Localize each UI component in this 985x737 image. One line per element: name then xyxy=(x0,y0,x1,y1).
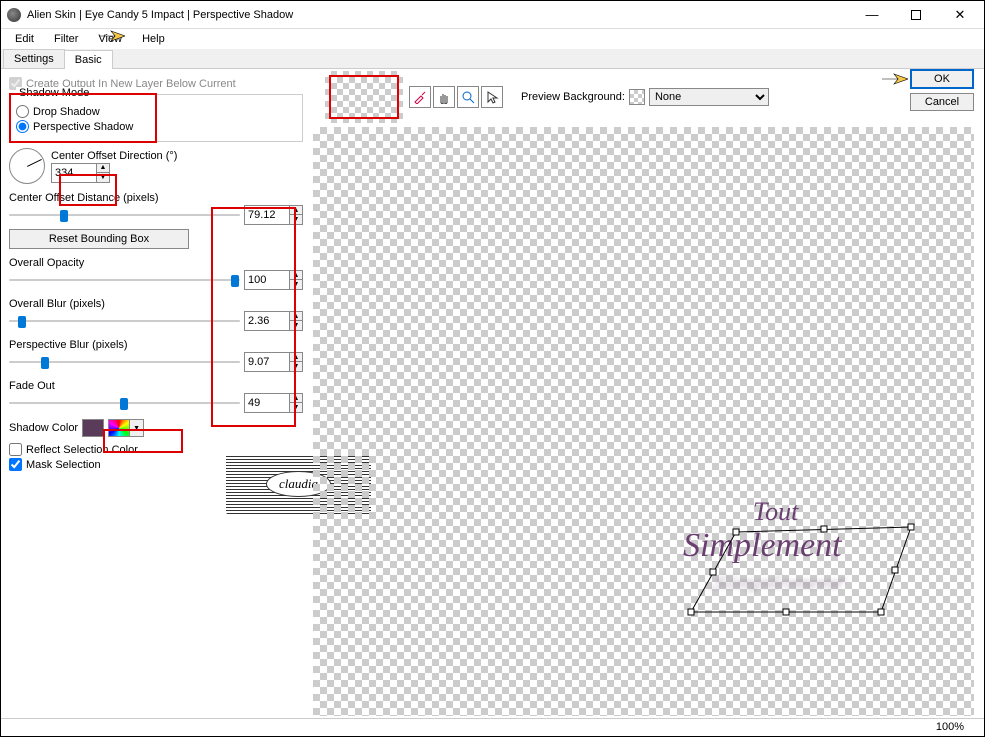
tab-settings[interactable]: Settings xyxy=(3,49,65,68)
pointer-hand-icon xyxy=(880,70,908,88)
statusbar: 100% xyxy=(1,718,984,736)
cancel-button[interactable]: Cancel xyxy=(910,93,974,111)
menu-help[interactable]: Help xyxy=(132,31,175,47)
menu-view[interactable]: View xyxy=(88,31,132,47)
preview-canvas[interactable]: Tout Simplement Simplement xyxy=(313,127,974,716)
reflect-label: Reflect Selection Color xyxy=(26,444,138,456)
eyedropper-icon[interactable] xyxy=(409,86,431,108)
pblur-label: Perspective Blur (pixels) xyxy=(9,339,303,351)
drop-shadow-row[interactable]: Drop Shadow xyxy=(16,105,296,118)
distance-spinner[interactable]: ▲▼ xyxy=(290,205,303,225)
preview-bg-select[interactable]: None xyxy=(649,88,769,106)
shadow-color-dropdown[interactable]: ▼ xyxy=(130,419,144,437)
close-button[interactable]: ✕ xyxy=(938,2,982,28)
menu-edit[interactable]: Edit xyxy=(5,31,44,47)
tabstrip: Settings Basic xyxy=(1,49,984,69)
fade-spinner[interactable]: ▲▼ xyxy=(290,393,303,413)
perspective-shadow-radio[interactable] xyxy=(16,120,29,133)
minimize-button[interactable]: — xyxy=(850,2,894,28)
opacity-slider[interactable] xyxy=(9,273,240,287)
pblur-input[interactable] xyxy=(244,352,290,372)
preview-bg-swatch[interactable] xyxy=(629,89,645,105)
drop-shadow-radio[interactable] xyxy=(16,105,29,118)
blur-label: Overall Blur (pixels) xyxy=(9,298,303,310)
titlebar: Alien Skin | Eye Candy 5 Impact | Perspe… xyxy=(1,1,984,29)
distance-label: Center Offset Distance (pixels) xyxy=(9,192,303,204)
fade-input[interactable] xyxy=(244,393,290,413)
reflect-checkbox[interactable] xyxy=(9,443,22,456)
shadow-mode-group: Shadow Mode Drop Shadow Perspective Shad… xyxy=(9,94,303,142)
bounding-box[interactable] xyxy=(686,522,916,622)
perspective-shadow-label: Perspective Shadow xyxy=(33,121,133,133)
drop-shadow-label: Drop Shadow xyxy=(33,106,100,118)
menubar: Edit Filter View Help xyxy=(1,29,984,49)
direction-spinner[interactable]: ▲▼ xyxy=(97,163,110,183)
mask-checkbox[interactable] xyxy=(9,458,22,471)
reset-bounding-box-button[interactable]: Reset Bounding Box xyxy=(9,229,189,249)
ok-button[interactable]: OK xyxy=(910,69,974,89)
preview-thumbnail[interactable] xyxy=(325,71,403,123)
distance-input[interactable] xyxy=(244,205,290,225)
tab-basic[interactable]: Basic xyxy=(64,50,113,69)
shadow-color-label: Shadow Color xyxy=(9,422,78,434)
preview-panel: Preview Background: None OK Cancel Tout … xyxy=(311,69,984,718)
zoom-icon[interactable] xyxy=(457,86,479,108)
opacity-spinner[interactable]: ▲▼ xyxy=(290,270,303,290)
app-icon xyxy=(7,8,21,22)
direction-input[interactable] xyxy=(51,163,97,183)
perspective-shadow-row[interactable]: Perspective Shadow xyxy=(16,120,296,133)
pblur-spinner[interactable]: ▲▼ xyxy=(290,352,303,372)
maximize-button[interactable] xyxy=(894,2,938,28)
opacity-label: Overall Opacity xyxy=(9,257,303,269)
opacity-input[interactable] xyxy=(244,270,290,290)
blur-spinner[interactable]: ▲▼ xyxy=(290,311,303,331)
direction-label: Center Offset Direction (°) xyxy=(51,150,177,162)
blur-input[interactable] xyxy=(244,311,290,331)
blur-slider[interactable] xyxy=(9,314,240,328)
settings-panel: Create Output In New Layer Below Current… xyxy=(1,69,311,718)
direction-dial[interactable] xyxy=(9,148,45,184)
zoom-level: 100% xyxy=(936,721,964,734)
preview-bg-label: Preview Background: xyxy=(521,91,625,103)
shadow-color-swatch[interactable] xyxy=(82,419,104,437)
fade-label: Fade Out xyxy=(9,380,303,392)
menu-filter[interactable]: Filter xyxy=(44,31,88,47)
window-title: Alien Skin | Eye Candy 5 Impact | Perspe… xyxy=(27,9,293,21)
mask-label: Mask Selection xyxy=(26,459,101,471)
pblur-slider[interactable] xyxy=(9,355,240,369)
distance-slider[interactable] xyxy=(9,208,240,222)
hand-icon[interactable] xyxy=(433,86,455,108)
arrow-icon[interactable] xyxy=(481,86,503,108)
shadow-color-picker-icon[interactable] xyxy=(108,419,130,437)
preview-toolbar: Preview Background: None xyxy=(405,69,773,125)
shadow-mode-legend: Shadow Mode xyxy=(16,87,92,99)
fade-slider[interactable] xyxy=(9,396,240,410)
